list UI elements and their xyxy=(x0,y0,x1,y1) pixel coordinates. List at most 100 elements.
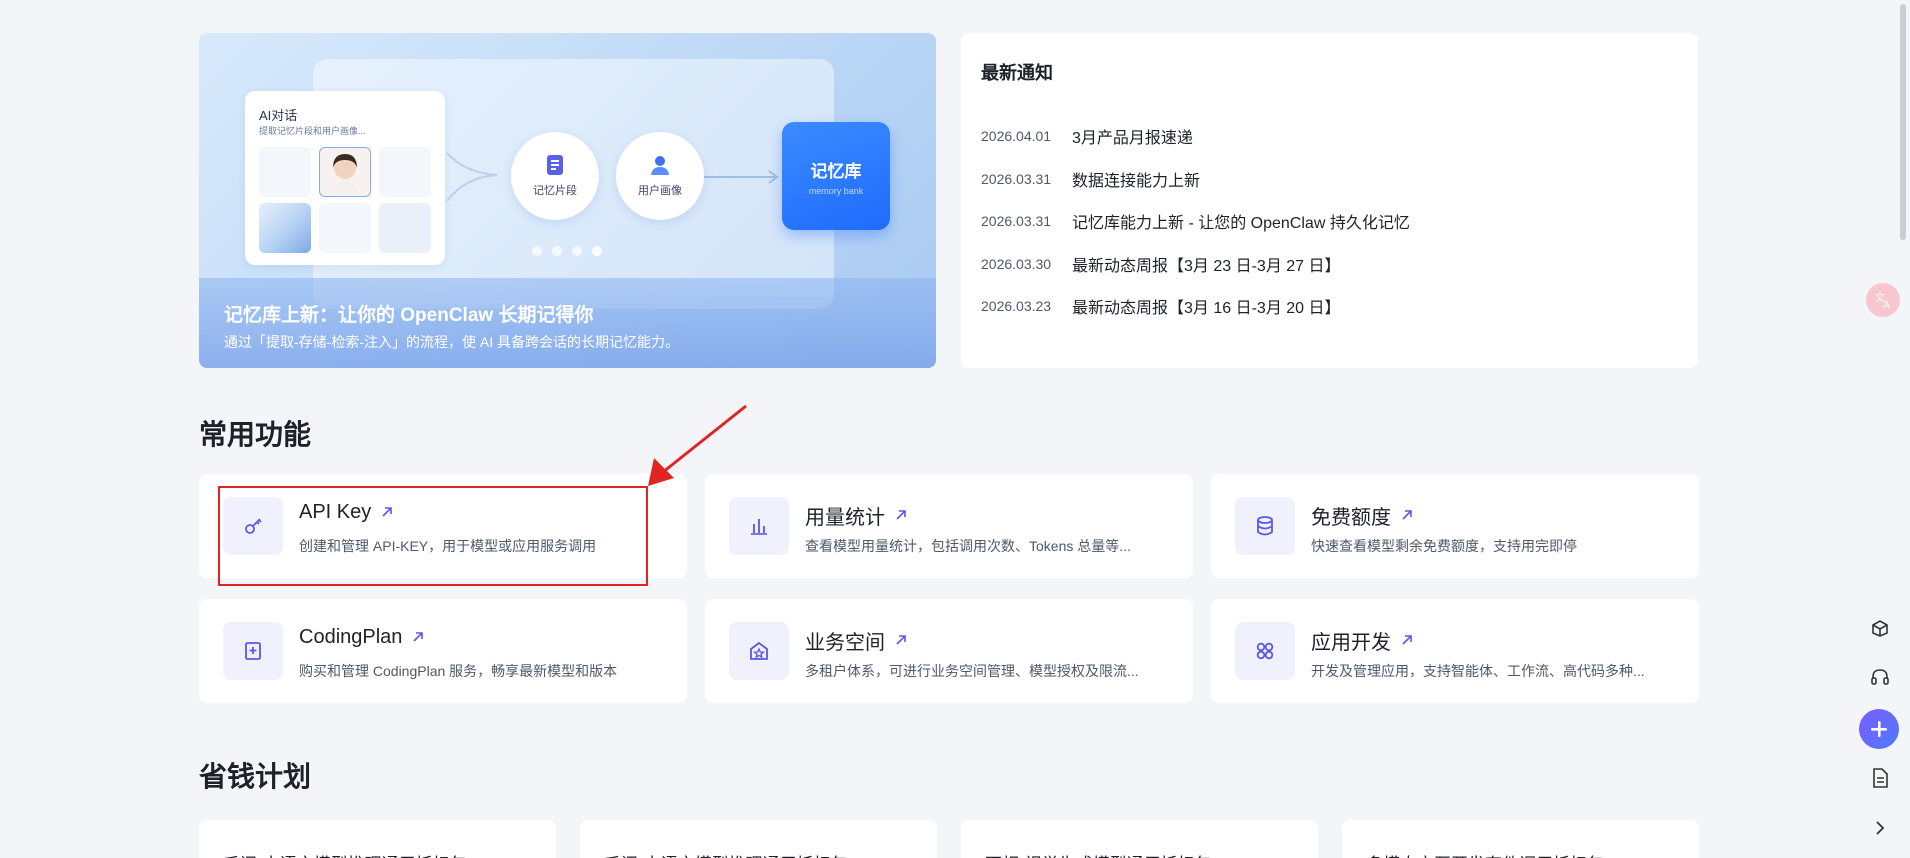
apps-icon xyxy=(1235,622,1295,680)
feature-description: 购买和管理 CodingPlan 服务，畅享最新模型和版本 xyxy=(299,663,618,679)
notice-item[interactable]: 2026.03.31 记忆库能力上新 - 让您的 OpenClaw 持久化记忆 xyxy=(981,200,1410,243)
chat-tile xyxy=(379,203,431,253)
user-profile-label: 用户画像 xyxy=(638,185,682,197)
chat-card-subtitle: 提取记忆片段和用户画像... xyxy=(259,126,366,136)
user-profile-node: 用户画像 xyxy=(616,132,704,220)
scrollbar[interactable] xyxy=(1900,4,1906,240)
document-icon xyxy=(547,155,563,175)
create-button[interactable] xyxy=(1859,709,1899,749)
annotation-arrow xyxy=(648,404,747,486)
feature-name-text: 应用开发 xyxy=(1311,632,1391,654)
feature-name[interactable]: 业务空间 xyxy=(805,626,907,655)
package-icon xyxy=(1872,620,1888,637)
feature-name-text: 免费额度 xyxy=(1311,507,1391,529)
notice-item[interactable]: 2026.03.31 数据连接能力上新 xyxy=(981,158,1410,201)
chat-tile xyxy=(259,147,311,197)
plan-card[interactable]: 万相-视觉生成模型通用抵扣包 xyxy=(961,820,1318,858)
plan-title: 千问-大语言模型推理通用抵扣包 xyxy=(223,850,467,858)
chat-tile xyxy=(319,203,371,253)
carousel-dot[interactable] xyxy=(572,246,582,256)
database-icon xyxy=(1235,497,1295,555)
plan-title: 万相-视觉生成模型通用抵扣包 xyxy=(985,850,1212,858)
carousel-dot[interactable] xyxy=(552,246,562,256)
memory-fragment-node: 记忆片段 xyxy=(511,132,599,220)
banner-description: 通过「提取-存储-检索-注入」的流程，使 AI 具备跨会话的长期记忆能力。 xyxy=(224,334,679,350)
star-home-icon xyxy=(729,622,789,680)
feature-name[interactable]: 免费额度 xyxy=(1311,501,1413,530)
translate-icon: 文 A xyxy=(1875,291,1890,310)
notice-date: 2026.03.31 xyxy=(981,170,1052,187)
notice-item[interactable]: 2026.03.30 最新动态周报【3月 23 日-3月 27 日】 xyxy=(981,243,1410,286)
notice-item[interactable]: 2026.04.01 3月产品月报速递 xyxy=(981,115,1410,158)
external-link-icon xyxy=(412,626,424,649)
docs-button[interactable] xyxy=(1864,762,1896,794)
banner-carousel[interactable]: AI对话 提取记忆片段和用户画像... 记忆片段 用户画像 记忆库 memory… xyxy=(199,33,936,368)
document-icon xyxy=(1873,768,1888,788)
plan-card[interactable]: 多模态交互开发套件调用抵扣包 xyxy=(1342,820,1699,858)
svg-text:A: A xyxy=(1883,300,1890,310)
plus-icon xyxy=(1871,721,1887,737)
notice-text[interactable]: 3月产品月报速递 xyxy=(1072,124,1193,148)
notice-text[interactable]: 记忆库能力上新 - 让您的 OpenClaw 持久化记忆 xyxy=(1072,209,1410,233)
feature-card-codingplan[interactable]: CodingPlan 购买和管理 CodingPlan 服务，畅享最新模型和版本 xyxy=(199,599,687,703)
annotation-highlight-box xyxy=(218,486,648,586)
chat-card-title: AI对话 xyxy=(259,108,298,123)
carousel-dot-active[interactable] xyxy=(592,246,602,256)
feature-card-app-dev[interactable]: 应用开发开发及管理应用，支持智能体、工作流、高代码多种... xyxy=(1211,599,1699,703)
ai-chat-card: AI对话 提取记忆片段和用户画像... xyxy=(245,91,445,265)
chevron-right-icon xyxy=(1876,821,1885,835)
feature-name[interactable]: 用量统计 xyxy=(805,501,907,530)
feature-description: 查看模型用量统计，包括调用次数、Tokens 总量等... xyxy=(805,538,1131,554)
notice-date: 2026.03.30 xyxy=(981,255,1052,272)
bar-chart-icon xyxy=(729,497,789,555)
carousel-dots xyxy=(532,246,602,256)
plan-card[interactable]: 千问-大语言模型推理通用抵扣包 xyxy=(199,820,556,858)
feature-description: 多租户体系，可进行业务空间管理、模型授权及限流... xyxy=(805,663,1139,679)
support-button[interactable] xyxy=(1864,661,1896,693)
external-link-icon xyxy=(895,629,907,652)
page-content: AI对话 提取记忆片段和用户画像... 记忆片段 用户画像 记忆库 memory… xyxy=(199,0,1699,858)
plus-square-icon xyxy=(223,622,283,680)
external-link-icon xyxy=(1401,629,1413,652)
feature-name[interactable]: CodingPlan xyxy=(299,626,424,649)
plan-title: 多模态交互开发套件调用抵扣包 xyxy=(1366,850,1604,858)
feature-card-free-quota[interactable]: 免费额度快速查看模型剩余免费额度，支持用完即停 xyxy=(1211,474,1699,578)
feature-name-text: 业务空间 xyxy=(805,632,885,654)
plan-card[interactable]: 千问-大语言模型推理通用抵扣包 xyxy=(580,820,937,858)
savings-plan-title: 省钱计划 xyxy=(199,761,312,792)
headset-icon xyxy=(1871,669,1889,685)
memory-bank-subtitle: memory bank xyxy=(808,185,864,196)
user-icon xyxy=(651,156,669,175)
external-link-icon xyxy=(895,504,907,527)
chat-tile xyxy=(379,147,431,197)
notice-text[interactable]: 最新动态周报【3月 23 日-3月 27 日】 xyxy=(1072,252,1341,276)
banner-title: 记忆库上新：让你的 OpenClaw 长期记得你 xyxy=(224,305,594,326)
banner-caption: 记忆库上新：让你的 OpenClaw 长期记得你 通过「提取-存储-检索-注入」… xyxy=(199,278,936,368)
plan-title: 千问-大语言模型推理通用抵扣包 xyxy=(604,850,848,858)
feature-card-usage-stats[interactable]: 用量统计查看模型用量统计，包括调用次数、Tokens 总量等... xyxy=(705,474,1193,578)
flow-arrows xyxy=(446,152,779,202)
notice-title: 最新通知 xyxy=(981,63,1053,83)
memory-bank-title: 记忆库 xyxy=(810,161,862,181)
notice-date: 2026.04.01 xyxy=(981,128,1052,145)
avatar xyxy=(319,147,371,197)
paper-image xyxy=(259,203,311,253)
feature-description: 开发及管理应用，支持智能体、工作流、高代码多种... xyxy=(1311,663,1645,679)
notice-date: 2026.03.23 xyxy=(981,298,1052,315)
notice-item[interactable]: 2026.03.23 最新动态周报【3月 16 日-3月 20 日】 xyxy=(981,285,1410,328)
memory-fragment-label: 记忆片段 xyxy=(533,185,577,197)
collapse-rail-button[interactable] xyxy=(1864,812,1896,844)
feature-name[interactable]: 应用开发 xyxy=(1311,626,1413,655)
notice-text[interactable]: 数据连接能力上新 xyxy=(1072,167,1200,191)
carousel-dot[interactable] xyxy=(532,246,542,256)
common-functions-title: 常用功能 xyxy=(199,419,312,450)
feature-card-workspace[interactable]: 业务空间多租户体系，可进行业务空间管理、模型授权及限流... xyxy=(705,599,1193,703)
package-button[interactable] xyxy=(1864,612,1896,644)
notice-list: 2026.04.01 3月产品月报速递 2026.03.31 数据连接能力上新 2026… xyxy=(981,128,1410,328)
notice-text[interactable]: 最新动态周报【3月 16 日-3月 20 日】 xyxy=(1072,294,1341,318)
feature-name-text: CodingPlan xyxy=(299,626,403,648)
feature-description: 快速查看模型剩余免费额度，支持用完即停 xyxy=(1311,538,1577,554)
external-link-icon xyxy=(1401,504,1413,527)
notice-panel: 最新通知 2026.04.01 3月产品月报速递 2026.03.31 数据连接能力上… xyxy=(961,33,1698,368)
translate-button[interactable]: 文 A xyxy=(1866,283,1900,317)
